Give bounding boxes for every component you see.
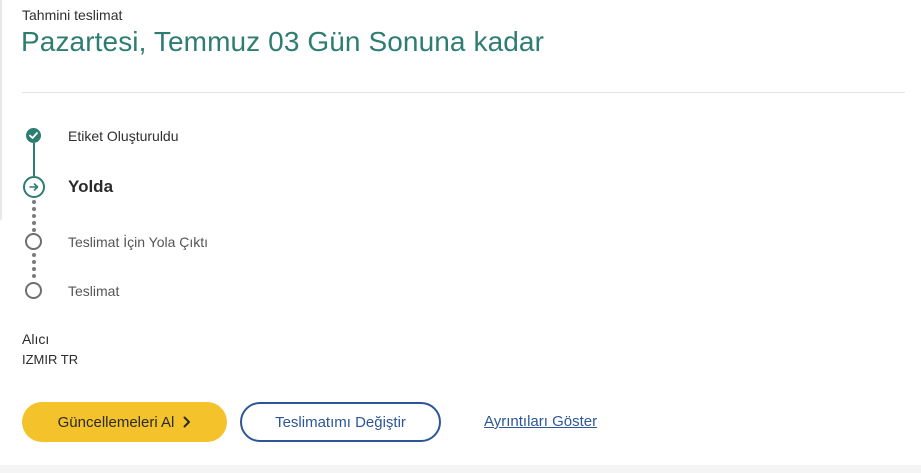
- get-updates-button[interactable]: Güncellemeleri Al: [22, 402, 227, 442]
- change-delivery-button[interactable]: Teslimatımı Değiştir: [240, 402, 441, 442]
- recipient-location: IZMIR TR: [22, 352, 79, 367]
- progress-line-completed: [33, 143, 35, 176]
- empty-circle-icon: [25, 233, 42, 250]
- estimated-delivery-label: Tahmini teslimat: [22, 7, 123, 23]
- chevron-right-icon: [183, 416, 191, 428]
- section-divider: [22, 92, 905, 93]
- bottom-edge-divider: [0, 465, 921, 473]
- left-edge-divider: [0, 0, 2, 220]
- arrow-right-circle-icon: [23, 176, 45, 198]
- empty-circle-icon: [25, 282, 42, 299]
- estimated-delivery-date: Pazartesi, Temmuz 03 Gün Sonuna kadar: [21, 26, 545, 57]
- show-details-link[interactable]: Ayrıntıları Göster: [484, 413, 597, 430]
- progress-line-pending: [32, 253, 36, 281]
- recipient-heading: Alıcı: [22, 331, 50, 347]
- step-label-out-for-delivery: Teslimat İçin Yola Çıktı: [68, 234, 209, 250]
- progress-line-pending: [32, 200, 36, 235]
- step-label-in-transit: Yolda: [68, 177, 114, 196]
- change-delivery-button-label: Teslimatımı Değiştir: [275, 413, 406, 431]
- get-updates-button-label: Güncellemeleri Al: [57, 413, 175, 431]
- step-label-label-created: Etiket Oluşturuldu: [68, 128, 179, 144]
- step-label-delivered: Teslimat: [68, 283, 120, 299]
- tracking-card: Tahmini teslimat Pazartesi, Temmuz 03 Gü…: [0, 0, 921, 473]
- check-circle-icon: [26, 128, 41, 143]
